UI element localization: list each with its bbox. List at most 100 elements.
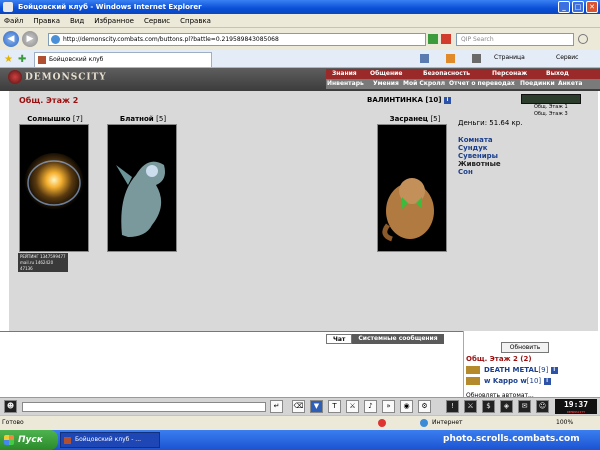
fight-icon[interactable]: ⚔ — [346, 400, 359, 413]
chat-tabs: Чат Системные сообщения — [326, 334, 444, 344]
link-sleep[interactable]: Сон — [458, 168, 473, 176]
nav-transfer-report[interactable]: Отчет о переводах — [449, 80, 515, 87]
status-bar: Готово Интернет 100% — [0, 415, 600, 430]
feeds-icon[interactable] — [446, 54, 455, 63]
money-display: Деньги: 51.64 кр. — [458, 119, 523, 127]
home-icon[interactable] — [420, 54, 429, 63]
menu-help[interactable]: Справка — [180, 17, 211, 25]
menu-file[interactable]: Файл — [4, 17, 23, 25]
search-icon[interactable] — [578, 34, 588, 44]
menu-edit[interactable]: Правка — [33, 17, 60, 25]
link-animals[interactable]: Животные — [458, 160, 501, 168]
menu-favorites[interactable]: Избранное — [94, 17, 134, 25]
nav-exit[interactable]: Выход — [546, 70, 569, 77]
online-user-2[interactable]: w Kappo w[10] i — [466, 377, 551, 385]
npc-portrait-cat[interactable] — [377, 124, 447, 252]
back-icon[interactable]: ◀ — [3, 31, 19, 47]
friends-icon[interactable]: ☺ — [536, 400, 549, 413]
speed-icon[interactable]: » — [382, 400, 395, 413]
nav-my-scroll[interactable]: Мой Скролл — [403, 80, 445, 87]
exit-floor-1[interactable]: Общ. Этаж 1 — [534, 104, 568, 110]
npc-portrait-sun[interactable] — [19, 124, 89, 252]
npc-name-1: Солнышко [7] — [27, 115, 83, 123]
menu-tools[interactable]: Сервис — [144, 17, 170, 25]
start-button[interactable]: Пуск — [0, 430, 58, 450]
minimap[interactable] — [521, 94, 581, 104]
minimize-button[interactable]: _ — [558, 1, 570, 13]
settings-icon[interactable]: ⚙ — [418, 400, 431, 413]
clear-icon[interactable]: ⌫ — [292, 400, 305, 413]
dragon-creature-image — [116, 161, 165, 237]
clock-sub: DEMONSCITY — [566, 410, 586, 414]
nav-security[interactable]: Безопасность — [423, 70, 470, 77]
exit-floor-3[interactable]: Общ. Этаж 3 — [534, 111, 568, 117]
mail-icon[interactable]: ✉ — [518, 400, 531, 413]
popup-blocker-icon[interactable] — [378, 419, 386, 427]
ie-app-icon — [3, 2, 13, 12]
shop-icon[interactable]: $ — [482, 400, 495, 413]
cat-image — [382, 178, 434, 242]
sound-icon[interactable]: ◉ — [400, 400, 413, 413]
chat-panel[interactable]: Чат Системные сообщения — [0, 331, 463, 397]
battle-icon[interactable]: ⚔ — [464, 400, 477, 413]
add-favorite-icon[interactable]: ✚ — [18, 54, 26, 65]
status-text: Готово — [2, 419, 24, 426]
tab-title: Бойцовский клуб — [49, 56, 104, 63]
windows-taskbar: Пуск Бойцовский клуб - ... photo.scrolls… — [0, 430, 600, 450]
quest-icon[interactable]: ! — [446, 400, 459, 413]
filter-icon[interactable]: ▼ — [310, 400, 323, 413]
logo-text: DEMONSCITY — [25, 72, 107, 83]
send-icon[interactable]: ↵ — [270, 400, 283, 413]
nav-skills[interactable]: Умения — [373, 80, 399, 87]
player-name: ВАЛИНТИНКА — [367, 96, 423, 104]
menu-view[interactable]: Вид — [70, 17, 84, 25]
close-button[interactable]: ✕ — [586, 1, 598, 13]
user-info-icon[interactable]: i — [543, 377, 551, 385]
nav-character[interactable]: Персонаж — [492, 70, 527, 77]
npc-name-3: Засранец [5] — [389, 115, 441, 123]
taskbar-item-icon — [64, 437, 71, 444]
zoom-level[interactable]: 100% — [556, 416, 573, 430]
page-menu[interactable]: Страница — [494, 54, 525, 61]
nav-communication[interactable]: Общение — [370, 70, 402, 77]
clan-icon — [466, 366, 480, 374]
windows-logo-icon — [4, 435, 14, 445]
translate-icon[interactable]: Т — [328, 400, 341, 413]
link-chest[interactable]: Сундук — [458, 144, 488, 152]
chat-input[interactable] — [22, 402, 266, 412]
rating-counter[interactable]: РЕЙТИНГ 1347599477 mail.ru 1462420 47136 — [18, 253, 68, 272]
tab-system-messages[interactable]: Системные сообщения — [352, 334, 444, 344]
window-title-bar: Бойцовский клуб - Windows Internet Explo… — [0, 0, 600, 14]
emoticon-icon[interactable]: ☻ — [4, 400, 17, 413]
refresh-button[interactable]: Обновить — [501, 342, 549, 353]
refresh-icon[interactable] — [428, 34, 438, 44]
player-info-icon[interactable]: i — [443, 96, 451, 104]
player-info[interactable]: ВАЛИНТИНКА [10] i — [367, 96, 451, 104]
game-emblem-icon — [8, 70, 22, 84]
address-bar[interactable]: http://demonscity.combats.com/buttons.pl… — [48, 33, 426, 46]
forward-icon[interactable]: ▶ — [22, 31, 38, 47]
user-info-icon[interactable]: i — [550, 366, 558, 374]
print-icon[interactable] — [472, 54, 481, 63]
tools-menu[interactable]: Сервис — [556, 54, 578, 61]
npc-portrait-blatnoy[interactable] — [107, 124, 177, 252]
window-title: Бойцовский клуб - Windows Internet Explo… — [18, 3, 202, 11]
online-title: Общ. Этаж 2 (2) — [466, 355, 532, 363]
nav-inventory[interactable]: Инвентарь — [327, 80, 364, 87]
browser-tab[interactable]: Бойцовский клуб — [34, 52, 212, 67]
tab-favicon — [38, 56, 46, 64]
taskbar-item[interactable]: Бойцовский клуб - ... — [60, 432, 160, 448]
favorites-star-icon[interactable]: ★ — [4, 54, 13, 65]
stop-icon[interactable] — [441, 34, 451, 44]
nav-knowledge[interactable]: Знания — [332, 70, 357, 77]
link-souvenirs[interactable]: Сувениры — [458, 152, 498, 160]
map-icon[interactable]: ◈ — [500, 400, 513, 413]
tab-chat[interactable]: Чат — [326, 334, 353, 344]
nav-profile[interactable]: Анкета — [558, 80, 582, 87]
maximize-button[interactable]: □ — [572, 1, 584, 13]
music-icon[interactable]: ♪ — [364, 400, 377, 413]
nav-battles[interactable]: Поединки — [520, 80, 555, 87]
link-room[interactable]: Комната — [458, 136, 493, 144]
search-input[interactable]: QIP Search — [456, 33, 574, 46]
online-user-1[interactable]: DEATH METAL[9] i — [466, 366, 558, 374]
